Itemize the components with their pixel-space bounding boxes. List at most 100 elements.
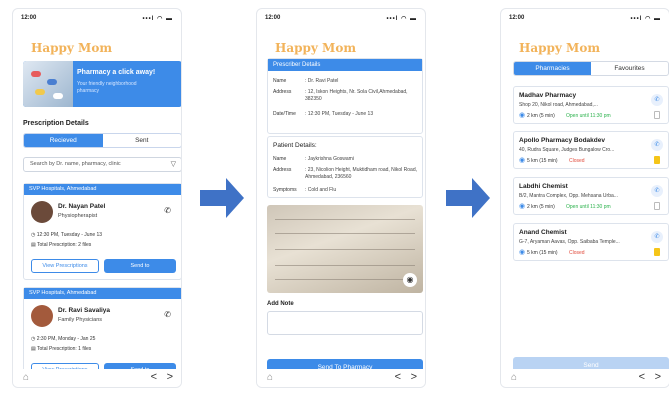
screen-prescriptions: 12:00 •••l ◠ ▬ Happy Mom Pharmacy a clic… bbox=[12, 8, 182, 388]
status-icons: •••l ◠ ▬ bbox=[386, 16, 417, 22]
tab-sent[interactable]: Sent bbox=[103, 134, 182, 147]
bookmark-icon[interactable] bbox=[654, 202, 660, 210]
appointment-time: ◷ 12:30 PM, Tuesday - June 13 bbox=[31, 232, 103, 238]
status-time: 12:00 bbox=[265, 15, 281, 21]
back-icon[interactable]: < bbox=[395, 371, 401, 383]
doctor-name: Dr. Nayan Patel bbox=[58, 203, 106, 210]
prescriber-datetime-row: Date/Time: 12:30 PM, Tuesday - June 13 bbox=[273, 111, 374, 117]
bottom-nav: ⌂ < > bbox=[257, 369, 425, 387]
pharmacy-card[interactable]: Apollo Pharmacy Bodakdev 40, Rudra Squar… bbox=[513, 131, 669, 169]
send-to-button[interactable]: Send to bbox=[104, 259, 176, 273]
pharmacy-status: Open until 11:30 pm bbox=[566, 204, 611, 210]
pharmacy-address: G-7, Aryaman Aavas, Opp. Saibaba Temple.… bbox=[519, 239, 620, 245]
avatar bbox=[31, 201, 53, 223]
pharmacy-name: Apollo Pharmacy Bodakdev bbox=[519, 137, 605, 144]
pharmacy-card[interactable]: Anand Chemist G-7, Aryaman Aavas, Opp. S… bbox=[513, 223, 669, 261]
location-pin-icon: ◉ bbox=[519, 112, 526, 119]
banner-subtitle: Your friendly neighborhood pharmacy bbox=[77, 81, 137, 94]
home-icon[interactable]: ⌂ bbox=[267, 372, 273, 383]
status-time: 12:00 bbox=[509, 15, 525, 21]
prescription-card: SVP Hospitals, Ahmedabad Dr. Nayan Patel… bbox=[23, 183, 181, 280]
banner-image bbox=[23, 61, 73, 107]
note-input[interactable] bbox=[267, 311, 423, 335]
call-icon[interactable]: ✆ bbox=[651, 139, 663, 151]
bookmark-icon[interactable] bbox=[654, 111, 660, 119]
appointment-time: ◷ 2:30 PM, Monday - Jan 25 bbox=[31, 336, 96, 342]
tab-pharmacies[interactable]: Pharmacies bbox=[514, 62, 591, 75]
pharmacy-name: Labdhi Chemist bbox=[519, 183, 568, 190]
screen-pharmacies: 12:00 •••l ◠ ▬ Happy Mom Pharmacies Favo… bbox=[500, 8, 669, 388]
screen-prescription-detail: 12:00 •••l ◠ ▬ Happy Mom Prescriber Deta… bbox=[256, 8, 426, 388]
banner-title: Pharmacy a click away! bbox=[77, 69, 156, 76]
avatar bbox=[31, 305, 53, 327]
brand-title: Happy Mom bbox=[275, 41, 357, 55]
tab-received[interactable]: Recieved bbox=[24, 134, 103, 147]
add-note-label: Add Note bbox=[267, 301, 294, 307]
pharmacy-address: B/2, Mantra Complex, Opp. Mehsana Urba..… bbox=[519, 193, 618, 199]
prescriber-address-row: Address: 12, Iskon Heights, Nr. Sola Civ… bbox=[273, 89, 408, 102]
location-pin-icon: ◉ bbox=[519, 203, 526, 210]
total-prescriptions: ▤ Total Prescription: 2 files bbox=[31, 242, 92, 248]
location-pin-icon: ◉ bbox=[519, 157, 526, 164]
pharmacy-card[interactable]: Labdhi Chemist B/2, Mantra Complex, Opp.… bbox=[513, 177, 669, 215]
call-icon[interactable]: ✆ bbox=[651, 185, 663, 197]
pharmacy-distance: 5 km (15 min) bbox=[527, 158, 558, 164]
back-icon[interactable]: < bbox=[151, 371, 157, 383]
patient-address-row: Address: 23, Nicolion Height, Muktidham … bbox=[273, 167, 417, 180]
pharmacy-distance: 2 km (5 min) bbox=[527, 204, 555, 210]
view-prescriptions-button[interactable]: View Prescriptions bbox=[31, 259, 99, 273]
patient-details: Patient Details: Name: Jaykrishna Goswam… bbox=[267, 136, 423, 198]
hospital-name: SVP Hospitals, Ahmedabad bbox=[24, 288, 181, 299]
doctor-name: Dr. Ravi Savaliya bbox=[58, 307, 111, 314]
status-bar: 12:00 •••l ◠ ▬ bbox=[265, 15, 417, 25]
pharmacy-address: Shop 20, Nikol road, Ahmedabad,... bbox=[519, 102, 598, 108]
phone-icon[interactable]: ✆ bbox=[164, 310, 171, 319]
prescription-tabs: Recieved Sent bbox=[23, 133, 182, 148]
call-icon[interactable]: ✆ bbox=[651, 231, 663, 243]
status-time: 12:00 bbox=[21, 15, 37, 21]
pharmacy-card[interactable]: Madhav Pharmacy Shop 20, Nikol road, Ahm… bbox=[513, 86, 669, 124]
pharmacy-distance: 5 km (15 min) bbox=[527, 250, 558, 256]
home-icon[interactable]: ⌂ bbox=[511, 372, 517, 383]
prescription-image[interactable]: ◉ bbox=[267, 205, 423, 293]
forward-icon[interactable]: > bbox=[411, 371, 417, 383]
tab-favourites[interactable]: Favourites bbox=[591, 62, 668, 75]
forward-icon[interactable]: > bbox=[167, 371, 173, 383]
home-icon[interactable]: ⌂ bbox=[23, 372, 29, 383]
pharmacy-status: Closed bbox=[569, 250, 585, 256]
eye-icon[interactable]: ◉ bbox=[403, 273, 417, 287]
back-icon[interactable]: < bbox=[639, 371, 645, 383]
hospital-name: SVP Hospitals, Ahmedabad bbox=[24, 184, 181, 195]
patient-title: Patient Details: bbox=[273, 142, 317, 149]
search-input[interactable]: Search by Dr. name, pharmacy, clinic ▽ bbox=[23, 157, 181, 172]
location-pin-icon: ◉ bbox=[519, 249, 526, 256]
forward-icon[interactable]: > bbox=[655, 371, 661, 383]
pharmacy-tabs: Pharmacies Favourites bbox=[513, 61, 669, 76]
doctor-role: Family Physicians bbox=[58, 317, 103, 323]
flow-arrow bbox=[446, 178, 490, 218]
patient-name-row: Name: Jaykrishna Goswami bbox=[273, 156, 354, 162]
prescriber-name-row: Name: Dr. Ravi Patel bbox=[273, 78, 339, 84]
pharmacy-address: 40, Rudra Square, Judges Bungalow Cro... bbox=[519, 147, 615, 153]
status-icons: •••l ◠ ▬ bbox=[142, 16, 173, 22]
status-bar: 12:00 •••l ◠ ▬ bbox=[509, 15, 661, 25]
brand-title: Happy Mom bbox=[519, 41, 601, 55]
bottom-nav: ⌂ < > bbox=[501, 369, 669, 387]
pharmacy-name: Anand Chemist bbox=[519, 229, 567, 236]
promo-banner[interactable]: Pharmacy a click away! Your friendly nei… bbox=[23, 61, 181, 107]
filter-icon[interactable]: ▽ bbox=[171, 158, 176, 171]
doctor-role: Physiopherapist bbox=[58, 213, 98, 219]
bookmark-icon[interactable] bbox=[654, 156, 660, 164]
status-icons: •••l ◠ ▬ bbox=[630, 16, 661, 22]
total-prescriptions: ▤ Total Prescription: 1 files bbox=[31, 346, 92, 352]
search-placeholder: Search by Dr. name, pharmacy, clinic bbox=[30, 161, 121, 167]
status-bar: 12:00 •••l ◠ ▬ bbox=[21, 15, 173, 25]
prescriber-details: Prescriber Details Name: Dr. Ravi Patel … bbox=[267, 58, 423, 134]
phone-icon[interactable]: ✆ bbox=[164, 206, 171, 215]
pharmacy-distance: 2 km (5 min) bbox=[527, 113, 555, 119]
flow-arrow bbox=[200, 178, 244, 218]
bookmark-icon[interactable] bbox=[654, 248, 660, 256]
section-title: Prescription Details bbox=[23, 120, 89, 127]
call-icon[interactable]: ✆ bbox=[651, 94, 663, 106]
brand-title: Happy Mom bbox=[31, 41, 113, 55]
